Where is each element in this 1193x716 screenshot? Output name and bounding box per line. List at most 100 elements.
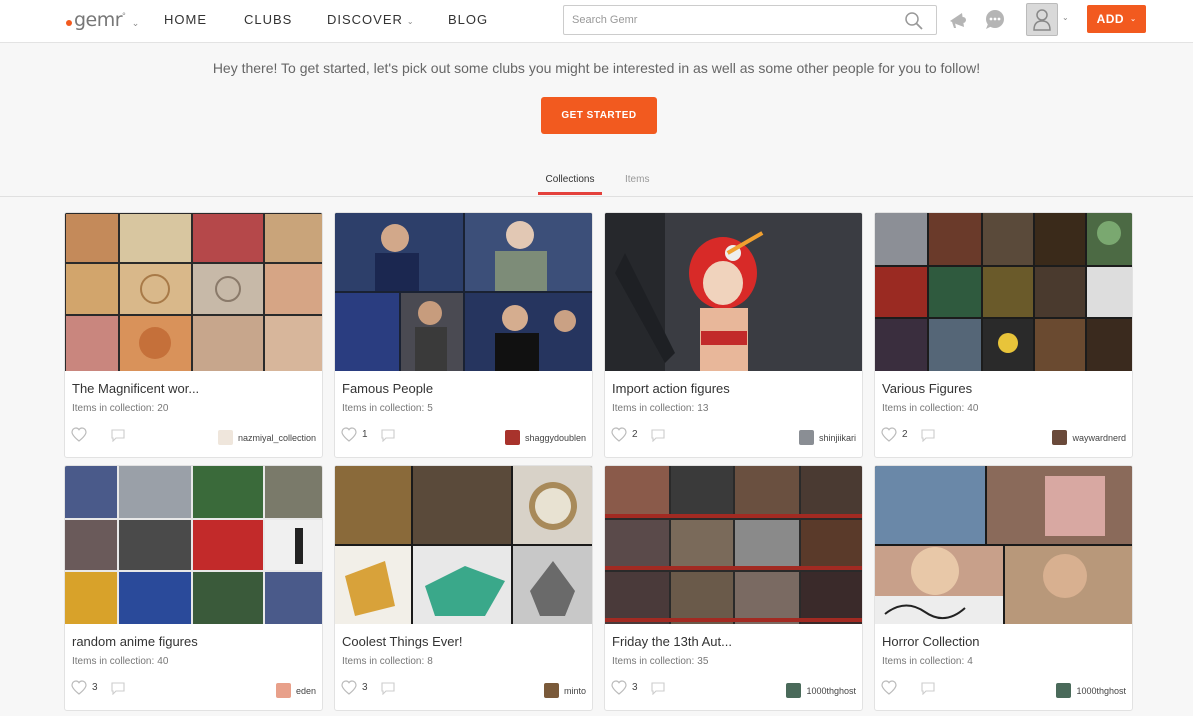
collection-card[interactable]: The Magnificent wor... Items in collecti…: [64, 212, 323, 458]
owner-avatar: [543, 683, 559, 698]
collection-cover-image: [605, 466, 862, 624]
collection-title[interactable]: Various Figures: [882, 381, 972, 396]
likes-area: 1: [341, 427, 396, 442]
welcome-message: Hey there! To get started, let's pick ou…: [212, 60, 981, 76]
collection-cover-image: [875, 466, 1132, 624]
nav-blog-label: BLOG: [448, 12, 489, 27]
items-count-label: Items in collection:: [72, 403, 155, 414]
gemr-logo[interactable]: gemr ° ⌄: [66, 9, 139, 31]
comment-icon[interactable]: [380, 681, 396, 695]
items-count-label: Items in collection:: [882, 403, 965, 414]
items-count-label: Items in collection:: [882, 656, 965, 667]
items-count-label: Items in collection:: [342, 403, 425, 414]
collection-title[interactable]: Horror Collection: [882, 634, 980, 649]
collection-owner[interactable]: eden: [275, 683, 316, 698]
likes-area: 3: [71, 680, 126, 695]
collection-title[interactable]: Friday the 13th Aut...: [612, 634, 732, 649]
logo-dot: [66, 19, 72, 26]
collection-card[interactable]: Various Figures Items in collection: 40 2…: [874, 212, 1133, 458]
comment-icon[interactable]: [380, 428, 396, 442]
comment-icon[interactable]: [650, 681, 666, 695]
items-count: Items in collection: 8: [342, 656, 433, 667]
heart-icon[interactable]: [71, 680, 87, 695]
likes-area: 2: [611, 427, 666, 442]
collection-owner[interactable]: 1000thghost: [786, 683, 856, 698]
comment-icon[interactable]: [110, 681, 126, 695]
top-navigation-bar: gemr ° ⌄ HOME CLUBS DISCOVER⌄ BLOG ⌄ ADD…: [0, 0, 1193, 43]
collection-title[interactable]: The Magnificent wor...: [72, 381, 199, 396]
tabs-divider: [0, 196, 1193, 197]
items-count-label: Items in collection:: [612, 656, 695, 667]
comment-icon[interactable]: [920, 681, 936, 695]
add-button-label: ADD: [1096, 12, 1125, 26]
items-count-value: 40: [967, 403, 979, 414]
collection-title[interactable]: Import action figures: [612, 381, 730, 396]
heart-icon[interactable]: [881, 427, 897, 442]
collection-owner[interactable]: shinjiikari: [798, 430, 856, 445]
chevron-down-icon: ⌄: [406, 17, 415, 26]
add-button[interactable]: ADD ⌄: [1087, 5, 1146, 33]
items-count-value: 13: [697, 403, 709, 414]
like-count: 2: [902, 429, 908, 440]
likes-area: [881, 680, 936, 695]
nav-clubs[interactable]: CLUBS: [244, 12, 292, 27]
tab-items[interactable]: Items: [625, 174, 649, 185]
heart-icon[interactable]: [341, 427, 357, 442]
heart-icon[interactable]: [71, 427, 87, 442]
collection-cover-image: [605, 213, 862, 371]
items-count-label: Items in collection:: [342, 656, 425, 667]
items-count-value: 5: [427, 403, 433, 414]
likes-area: [71, 427, 126, 442]
collection-owner[interactable]: nazmiyal_collection: [217, 430, 316, 445]
collection-owner[interactable]: waywardnerd: [1052, 430, 1126, 445]
items-count-value: 4: [967, 656, 973, 667]
items-count: Items in collection: 40: [882, 403, 978, 414]
likes-area: 2: [881, 427, 936, 442]
collection-card[interactable]: Famous People Items in collection: 5 1 sh…: [334, 212, 593, 458]
collection-card[interactable]: Friday the 13th Aut... Items in collecti…: [604, 465, 863, 711]
get-started-button[interactable]: GET STARTED: [541, 97, 657, 134]
comment-icon[interactable]: [110, 428, 126, 442]
heart-icon[interactable]: [341, 680, 357, 695]
collection-card[interactable]: Horror Collection Items in collection: 4 …: [874, 465, 1133, 711]
collection-card[interactable]: Coolest Things Ever! Items in collection…: [334, 465, 593, 711]
items-count: Items in collection: 13: [612, 403, 708, 414]
items-count-value: 35: [697, 656, 709, 667]
nav-blog[interactable]: BLOG: [448, 12, 488, 27]
tab-collections[interactable]: Collections: [538, 174, 602, 185]
search-box: [563, 5, 937, 35]
collection-owner[interactable]: minto: [543, 683, 586, 698]
nav-home-label: HOME: [164, 12, 207, 27]
items-count-label: Items in collection:: [612, 403, 695, 414]
search-input[interactable]: [564, 6, 894, 34]
nav-home[interactable]: HOME: [164, 12, 207, 27]
collection-title[interactable]: random anime figures: [72, 634, 198, 649]
owner-username: nazmiyal_collection: [237, 432, 316, 443]
comment-icon[interactable]: [920, 428, 936, 442]
comment-icon[interactable]: [650, 428, 666, 442]
megaphone-icon[interactable]: [946, 8, 970, 32]
owner-username: shaggydoublen: [524, 432, 586, 443]
heart-icon[interactable]: [611, 680, 627, 695]
items-count-label: Items in collection:: [72, 656, 155, 667]
owner-avatar: [275, 683, 291, 698]
collection-card[interactable]: Import action figures Items in collectio…: [604, 212, 863, 458]
collection-card[interactable]: random anime figures Items in collection…: [64, 465, 323, 711]
owner-avatar: [1052, 430, 1068, 445]
collection-cover-image: [65, 466, 322, 624]
items-count: Items in collection: 20: [72, 403, 168, 414]
heart-icon[interactable]: [881, 680, 897, 695]
heart-icon[interactable]: [611, 427, 627, 442]
chat-bubble-icon[interactable]: [983, 8, 1007, 32]
chevron-down-icon[interactable]: ⌄: [132, 18, 140, 29]
nav-discover[interactable]: DISCOVER ⌄: [327, 12, 415, 27]
items-count-value: 20: [157, 403, 169, 414]
collection-title[interactable]: Coolest Things Ever!: [342, 634, 462, 649]
collection-owner[interactable]: shaggydoublen: [504, 430, 586, 445]
user-avatar-button[interactable]: [1026, 3, 1058, 36]
likes-area: 3: [611, 680, 666, 695]
collection-title[interactable]: Famous People: [342, 381, 433, 396]
collection-owner[interactable]: 1000thghost: [1056, 683, 1126, 698]
search-icon[interactable]: [904, 11, 924, 31]
chevron-down-icon[interactable]: ⌄: [1062, 13, 1069, 22]
